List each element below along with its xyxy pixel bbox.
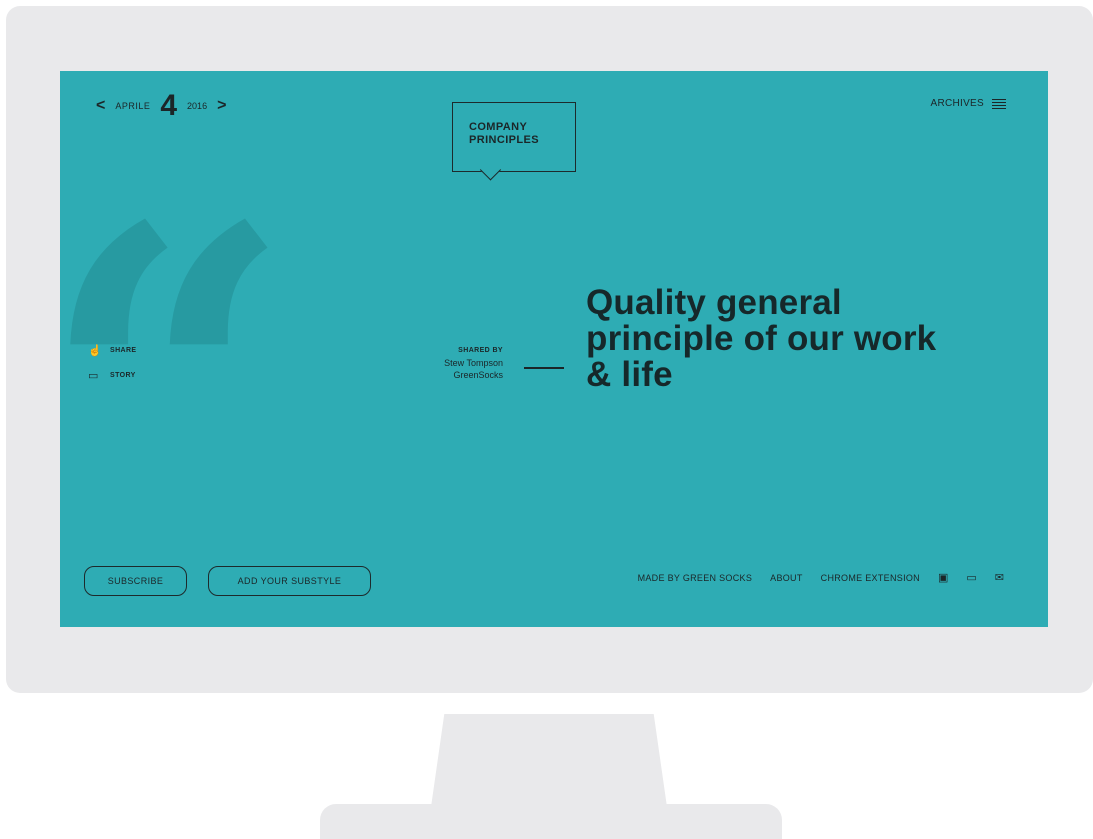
share-label: SHARE <box>110 347 137 354</box>
prev-date-button[interactable]: < <box>96 97 105 115</box>
date-year: 2016 <box>187 101 208 111</box>
screen: “ < APRILE 4 2016 > COMPANY PRINCIPLES A… <box>60 71 1048 627</box>
footer-links: MADE BY GREEN SOCKS ABOUT CHROME EXTENSI… <box>638 571 1004 584</box>
menu-icon <box>992 98 1006 109</box>
side-actions: ☝ SHARE ▭ STORY <box>88 344 137 394</box>
archives-label: ARCHIVES <box>930 98 984 109</box>
about-link[interactable]: ABOUT <box>770 573 803 583</box>
chat-icon: ▭ <box>88 370 99 382</box>
mail-icon[interactable]: ✉ <box>995 571 1004 584</box>
camera-icon[interactable]: ▣ <box>938 571 948 584</box>
logo-speech-tail <box>479 159 502 181</box>
chat-icon[interactable]: ▭ <box>966 571 976 584</box>
chrome-extension-link[interactable]: CHROME EXTENSION <box>821 573 920 583</box>
monitor-stand-neck <box>430 714 668 814</box>
thumbs-up-icon: ☝ <box>88 345 102 357</box>
add-substyle-button[interactable]: ADD YOUR SUBSTYLE <box>208 566 371 596</box>
share-action[interactable]: ☝ SHARE <box>88 344 137 357</box>
shared-by-name[interactable]: Stew Tompson <box>420 357 503 369</box>
shared-by-company[interactable]: GreenSocks <box>420 369 503 381</box>
date-nav: < APRILE 4 2016 > <box>96 91 226 121</box>
monitor-stand-base <box>320 804 782 839</box>
separator-dash <box>524 367 564 369</box>
headline: Quality general principle of our work & … <box>586 283 937 394</box>
logo-line-2: PRINCIPLES <box>469 134 540 146</box>
shared-by-title: SHARED BY <box>458 347 503 354</box>
made-by-link[interactable]: MADE BY GREEN SOCKS <box>638 573 753 583</box>
date-month: APRILE <box>115 101 151 111</box>
subscribe-button[interactable]: SUBSCRIBE <box>84 566 187 596</box>
date-day: 4 <box>160 89 178 122</box>
shared-by-block: SHARED BY Stew Tompson GreenSocks <box>420 347 503 381</box>
logo[interactable]: COMPANY PRINCIPLES <box>452 102 576 181</box>
story-action[interactable]: ▭ STORY <box>88 369 137 382</box>
story-label: STORY <box>110 372 136 379</box>
logo-line-1: COMPANY <box>469 121 528 133</box>
next-date-button[interactable]: > <box>217 97 226 115</box>
archives-button[interactable]: ARCHIVES <box>930 98 1006 109</box>
